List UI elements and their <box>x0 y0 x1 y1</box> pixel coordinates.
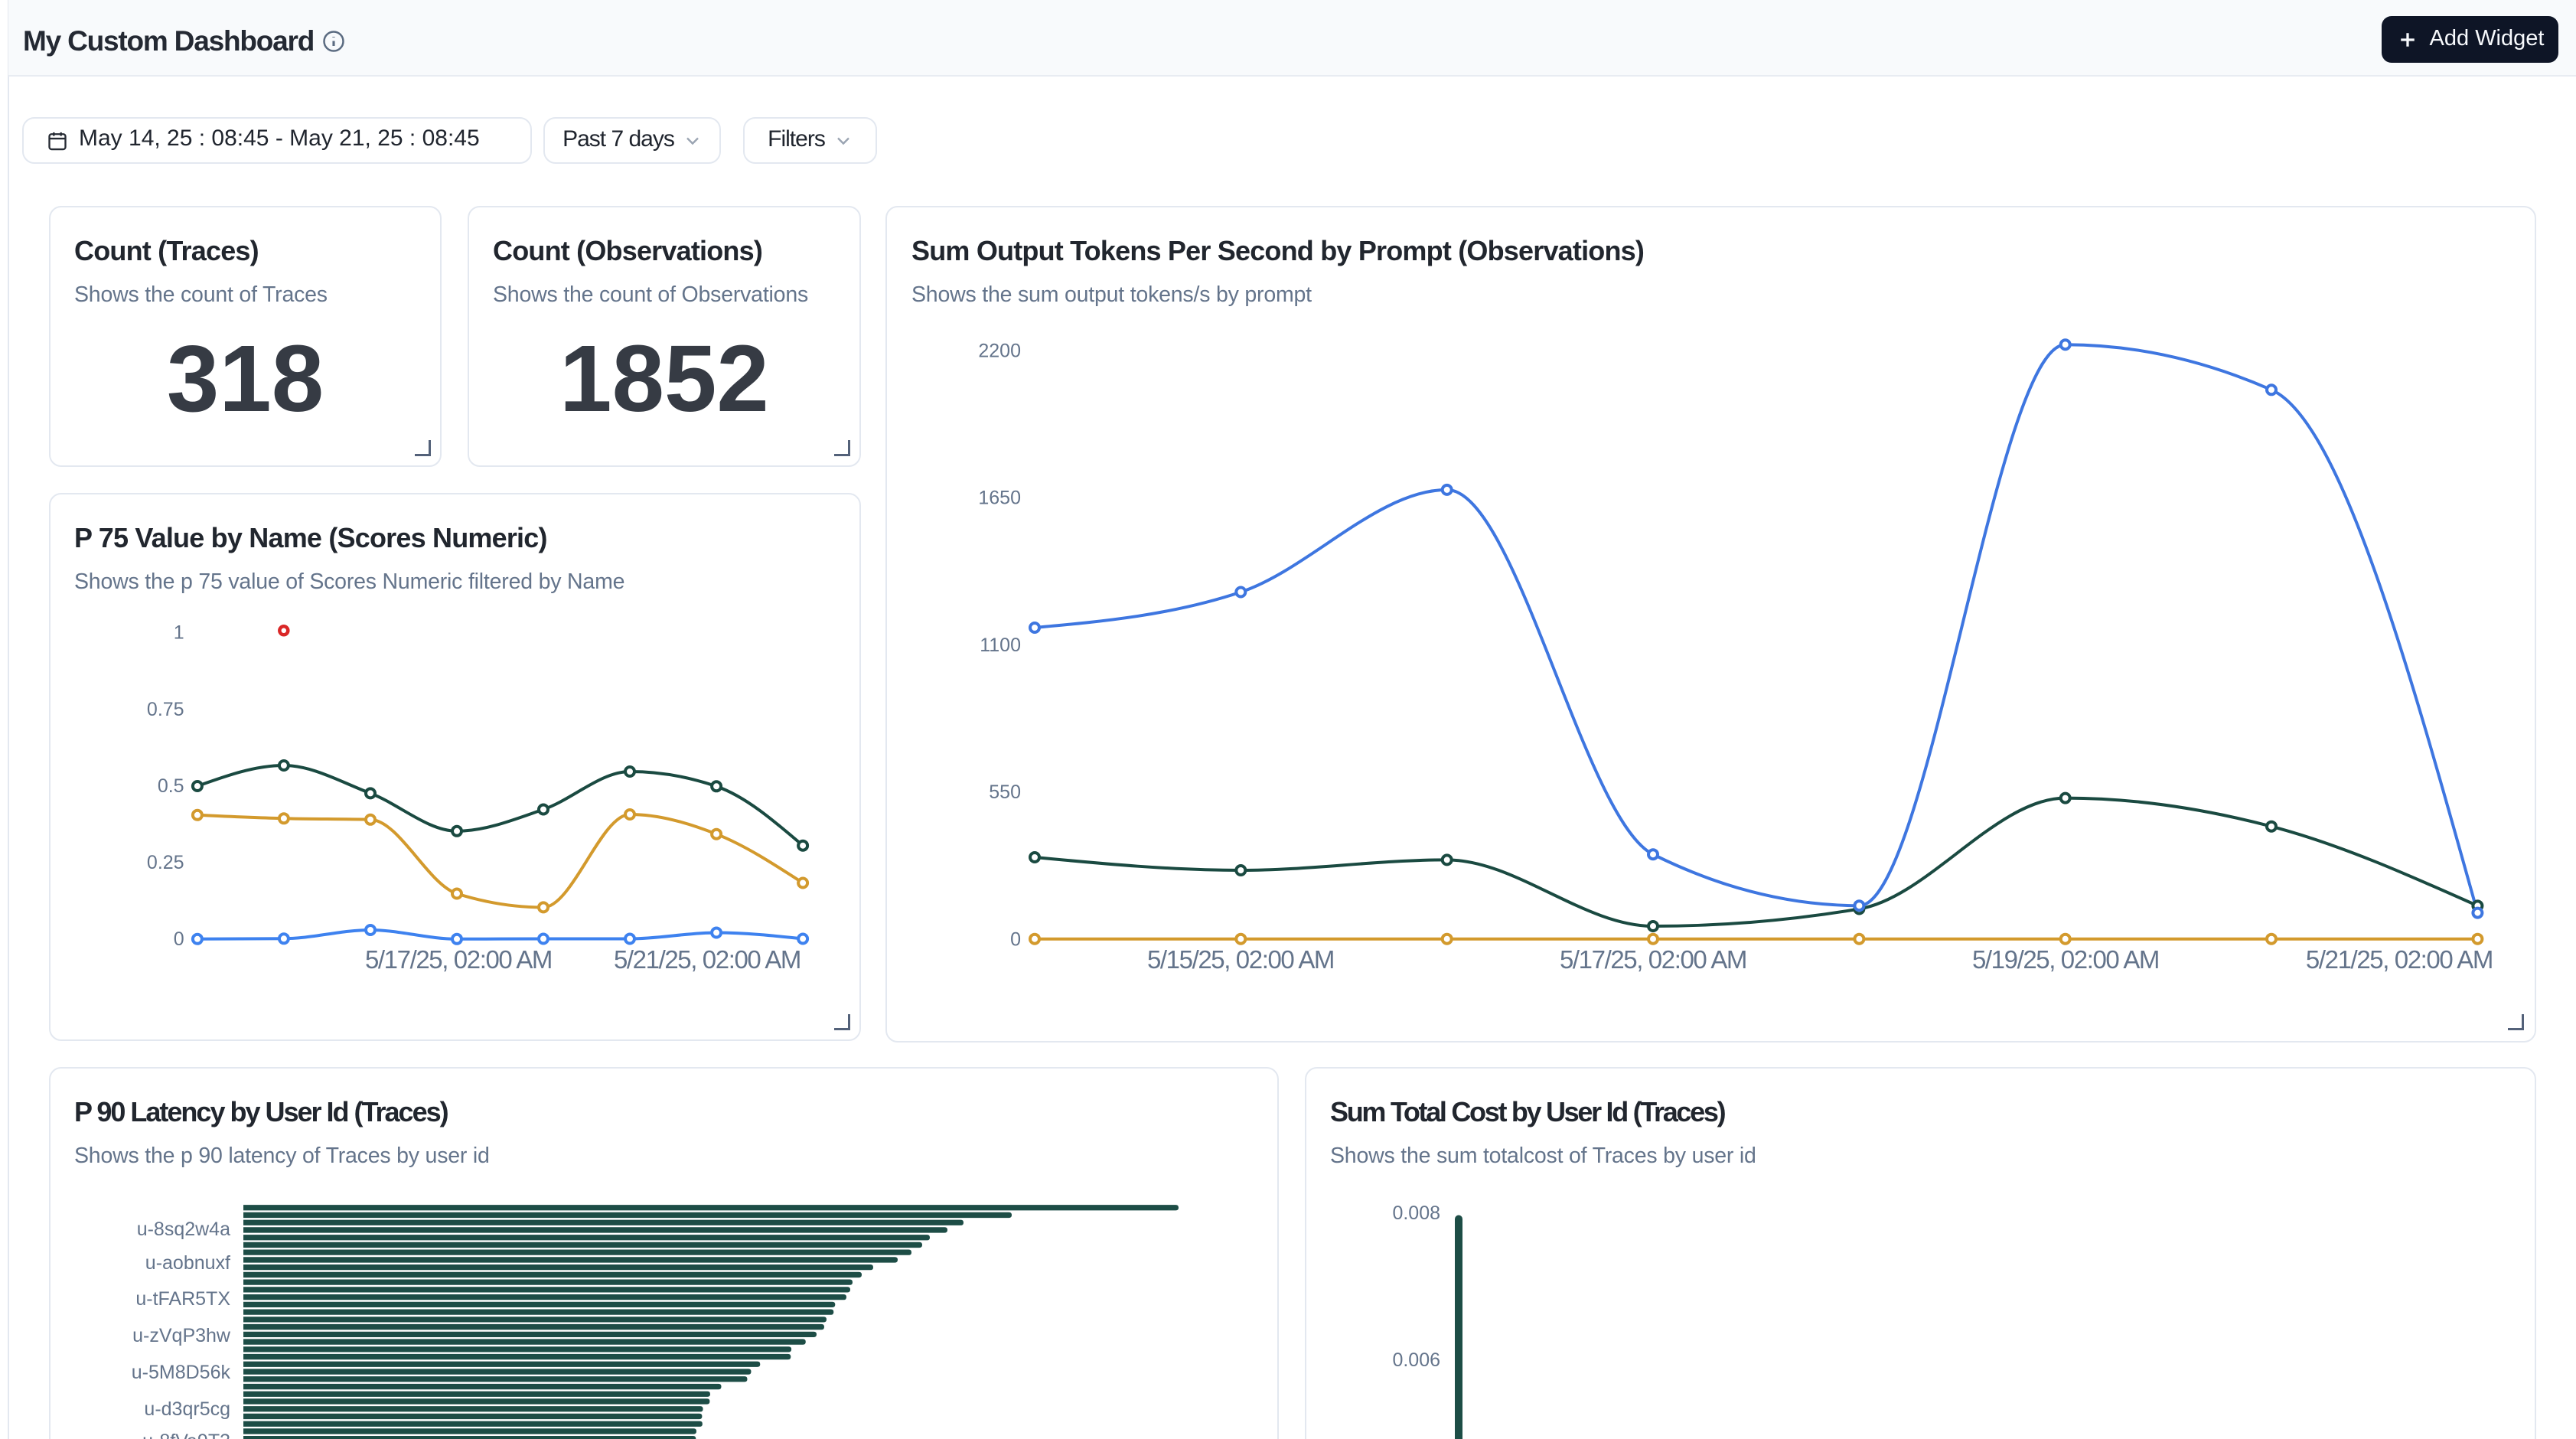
svg-text:1650: 1650 <box>978 488 1021 509</box>
svg-text:5/17/25, 02:00 AM: 5/17/25, 02:00 AM <box>365 945 552 974</box>
svg-text:u-zVqP3hw: u-zVqP3hw <box>132 1325 231 1346</box>
svg-text:550: 550 <box>989 781 1021 803</box>
svg-text:u-d3qr5cg: u-d3qr5cg <box>144 1398 230 1420</box>
svg-text:5/15/25, 02:00 AM: 5/15/25, 02:00 AM <box>1147 945 1334 974</box>
svg-text:0.5: 0.5 <box>158 775 184 797</box>
svg-text:5/21/25, 02:00 AM: 5/21/25, 02:00 AM <box>2306 945 2493 974</box>
svg-text:0.008: 0.008 <box>1392 1202 1440 1224</box>
svg-text:u-tFAR5TX: u-tFAR5TX <box>135 1288 230 1310</box>
svg-text:0.25: 0.25 <box>147 852 184 873</box>
svg-text:5/17/25, 02:00 AM: 5/17/25, 02:00 AM <box>1560 945 1746 974</box>
svg-text:5/19/25, 02:00 AM: 5/19/25, 02:00 AM <box>1972 945 2159 974</box>
svg-text:u-5M8D56k: u-5M8D56k <box>132 1362 231 1383</box>
svg-text:u-aobnuxf: u-aobnuxf <box>145 1252 230 1274</box>
svg-text:1: 1 <box>174 622 184 644</box>
svg-text:u-8fVa9T3: u-8fVa9T3 <box>142 1431 230 1439</box>
svg-text:u-8sq2w4a: u-8sq2w4a <box>137 1219 230 1240</box>
svg-text:2200: 2200 <box>978 341 1021 362</box>
svg-text:0.75: 0.75 <box>147 699 184 720</box>
svg-text:5/21/25, 02:00 AM: 5/21/25, 02:00 AM <box>614 945 801 974</box>
svg-text:1100: 1100 <box>980 635 1021 656</box>
svg-text:0.006: 0.006 <box>1392 1349 1440 1371</box>
svg-text:0: 0 <box>174 928 184 950</box>
svg-text:0: 0 <box>1010 929 1021 951</box>
